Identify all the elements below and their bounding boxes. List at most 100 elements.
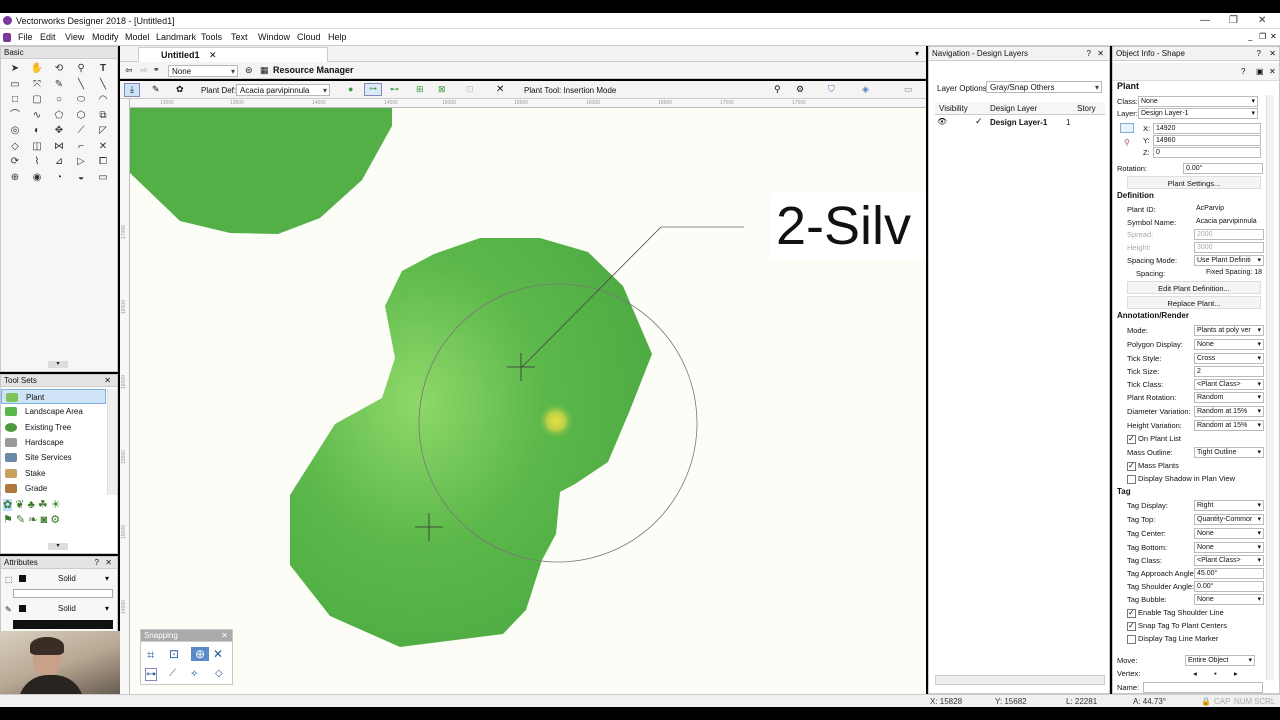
- oi-z-field[interactable]: 0: [1153, 147, 1261, 158]
- fill-color-swatch[interactable]: [19, 575, 26, 582]
- pen-style[interactable]: Solid: [58, 604, 76, 613]
- layer-options-select[interactable]: Gray/Snap Others: [986, 81, 1102, 93]
- oi-tag-class-select[interactable]: <Plant Class>: [1194, 555, 1264, 566]
- forward-icon[interactable]: ⇨: [140, 65, 148, 76]
- enable-shoulder-checkbox[interactable]: Enable Tag Shoulder Line: [1127, 606, 1267, 619]
- oi-tag-top-select[interactable]: Quantity-Commor: [1194, 514, 1264, 525]
- oi-help-icon[interactable]: ?: [1241, 67, 1245, 76]
- pole-placement-icon[interactable]: ⊷: [390, 84, 399, 95]
- grade-tool-icon[interactable]: ✎: [16, 514, 25, 526]
- oi-tag-display-select[interactable]: Right: [1194, 500, 1264, 511]
- clip-tool-icon[interactable]: ⋈: [48, 139, 70, 155]
- menu-help[interactable]: Help: [328, 32, 347, 42]
- oi-spacing-mode-select[interactable]: Use Plant Definiti: [1194, 255, 1264, 266]
- vertex-dot-icon[interactable]: ▪: [1214, 667, 1217, 680]
- toolset-site-services[interactable]: Site Services: [1, 450, 106, 465]
- mass-plants-checkbox[interactable]: Mass Plants: [1127, 459, 1267, 472]
- text-tool-icon[interactable]: T: [92, 61, 114, 77]
- menu-edit[interactable]: Edit: [40, 32, 56, 42]
- back-icon[interactable]: ⇦: [125, 65, 133, 76]
- massing-placement-icon[interactable]: ⊡: [466, 84, 474, 95]
- edit-plant-definition-button[interactable]: Edit Plant Definition...: [1127, 281, 1261, 294]
- snap-intersection-icon[interactable]: ✕: [213, 647, 223, 661]
- regular-polygon-tool-icon[interactable]: ⬡: [70, 108, 92, 124]
- filter-icon[interactable]: ⛉: [828, 84, 835, 95]
- single-placement-icon[interactable]: ●: [348, 84, 353, 94]
- wall-tool-icon[interactable]: ╲: [92, 77, 114, 93]
- oi-tick-style-select[interactable]: Cross: [1194, 353, 1264, 364]
- pick-mode-icon[interactable]: ✎: [152, 84, 160, 95]
- tree-tool-icon[interactable]: ♣: [28, 499, 35, 511]
- stake-tool-icon[interactable]: ⚑: [3, 514, 13, 526]
- move-tool-icon[interactable]: ✥: [48, 123, 70, 139]
- menu-tools[interactable]: Tools: [201, 32, 222, 42]
- toolset-landscape-area[interactable]: Landscape Area: [1, 404, 106, 419]
- pan-tool-icon[interactable]: ✋: [26, 61, 48, 77]
- visibility-tool-icon[interactable]: ◒: [70, 170, 92, 186]
- line-marker-checkbox[interactable]: Display Tag Line Marker: [1127, 632, 1267, 645]
- toolsets-collapse-icon[interactable]: ▾: [48, 543, 68, 550]
- insertion-mode-icon[interactable]: ⤓: [124, 83, 140, 97]
- oi-rotation-field[interactable]: 0.00°: [1183, 163, 1263, 174]
- oi-name-field[interactable]: [1143, 682, 1263, 693]
- toolset-hardscape[interactable]: Hardscape: [1, 435, 106, 450]
- flyover-tool-icon[interactable]: ⟲: [48, 61, 70, 77]
- menu-view[interactable]: View: [65, 32, 84, 42]
- locus-tool-icon[interactable]: ⊕: [4, 170, 26, 186]
- split-tool-icon[interactable]: ✕: [92, 139, 114, 155]
- snap-icon[interactable]: ◈: [862, 84, 869, 95]
- plant-tag-text[interactable]: 2-Silv: [776, 196, 911, 256]
- plant-settings-button[interactable]: Plant Settings...: [1127, 176, 1261, 189]
- connect-tool-icon[interactable]: ⊿: [48, 154, 70, 170]
- snap-object-icon[interactable]: ⊡: [169, 647, 179, 661]
- plant-settings-mode-icon[interactable]: ✿: [176, 84, 184, 95]
- snap-distance-icon[interactable]: ⊶: [145, 668, 157, 681]
- oi-menu-icon[interactable]: ▣: [1256, 67, 1264, 76]
- snap-centers-checkbox[interactable]: Snap Tag To Plant Centers: [1127, 619, 1267, 632]
- resource-manager-label[interactable]: Resource Manager: [273, 65, 354, 75]
- grid-placement-icon[interactable]: ⊞: [416, 84, 424, 95]
- resource-manager-icon[interactable]: ▦: [260, 65, 269, 76]
- oi-polygon-select[interactable]: None: [1194, 339, 1264, 350]
- layers-icon[interactable]: ⊜: [245, 65, 253, 76]
- layer-name[interactable]: Design Layer-1: [990, 118, 1047, 127]
- rotate-tool-icon[interactable]: ⟳: [4, 154, 26, 170]
- layer-row[interactable]: 👁 ✓ Design Layer-1 1: [935, 116, 1105, 129]
- attribute-tool-icon[interactable]: ◉: [26, 170, 48, 186]
- oi-tag-bubble-select[interactable]: None: [1194, 594, 1264, 605]
- oval-tool-icon[interactable]: ⬭: [70, 92, 92, 108]
- menu-file[interactable]: File: [18, 32, 33, 42]
- trim-tool-icon[interactable]: ◫: [26, 139, 48, 155]
- fillet-tool-icon[interactable]: ⌐: [70, 139, 92, 155]
- camera-tool-icon[interactable]: ◙: [41, 514, 48, 526]
- display-shadow-checkbox[interactable]: Display Shadow in Plan View: [1127, 472, 1267, 485]
- nav-hscrollbar[interactable]: [935, 675, 1105, 685]
- visibility-eye-icon[interactable]: 👁: [937, 117, 947, 126]
- attributes-help-icon[interactable]: ?: [95, 557, 99, 569]
- oi-move-select[interactable]: Entire Object: [1185, 655, 1255, 666]
- oi-height-var-select[interactable]: Random at 15%: [1194, 420, 1264, 431]
- toolset-plant[interactable]: Plant: [1, 389, 106, 404]
- object-info-help-icon[interactable]: ?: [1257, 47, 1261, 61]
- pen-color-swatch[interactable]: [19, 605, 26, 612]
- replace-plant-button[interactable]: Replace Plant...: [1127, 296, 1261, 309]
- doc-restore-icon[interactable]: ❐: [1259, 32, 1266, 41]
- object-info-close-icon[interactable]: ✕: [1269, 47, 1276, 61]
- plant-tool-icon[interactable]: ✿: [3, 499, 13, 511]
- reshape-tool-icon[interactable]: ◇: [4, 139, 26, 155]
- tab-untitled1[interactable]: Untitled1 ✕: [138, 47, 328, 62]
- cancel-mode-icon[interactable]: ✕: [496, 84, 504, 95]
- chamfer-tool-icon[interactable]: ◸: [92, 123, 114, 139]
- vertex-prev-icon[interactable]: ◂: [1193, 667, 1197, 680]
- circle-tool-icon[interactable]: ○: [48, 92, 70, 108]
- vertex-next-icon[interactable]: ▸: [1234, 667, 1238, 680]
- menu-model[interactable]: Model: [125, 32, 150, 42]
- polyline-tool-icon[interactable]: ⌒: [4, 108, 26, 124]
- snap-tangent-icon[interactable]: ◇: [215, 668, 223, 679]
- oi-mass-outline-select[interactable]: Tight Outline: [1194, 447, 1264, 458]
- toolsets-scrollbar[interactable]: [107, 389, 117, 495]
- rectangle-tool-icon[interactable]: □: [4, 92, 26, 108]
- menu-modify[interactable]: Modify: [92, 32, 119, 42]
- attributes-close-icon[interactable]: ✕: [105, 557, 112, 569]
- doc-close-icon[interactable]: ✕: [1270, 32, 1277, 41]
